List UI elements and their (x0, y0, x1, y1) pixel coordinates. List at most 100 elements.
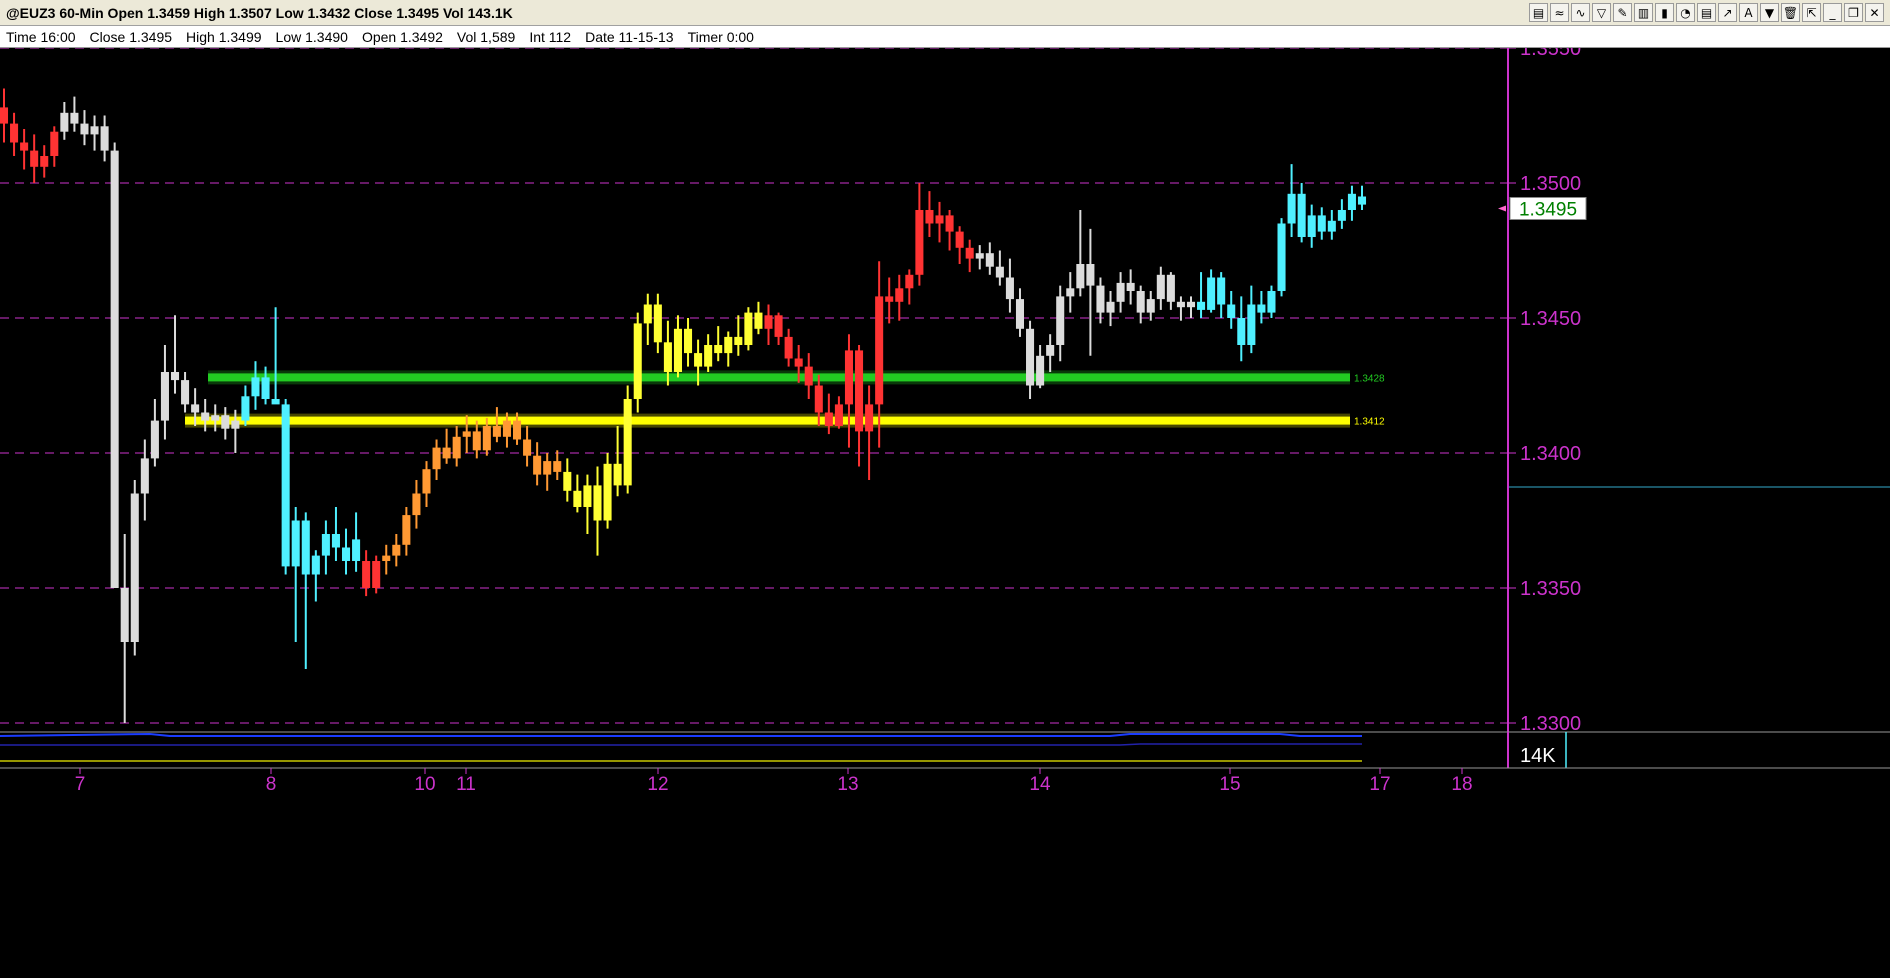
candle[interactable] (442, 428, 451, 464)
candle[interactable] (160, 345, 169, 440)
candle[interactable] (1247, 285, 1256, 354)
candle[interactable] (311, 550, 320, 602)
candle[interactable] (824, 393, 833, 435)
candle[interactable] (1357, 185, 1367, 210)
filter-icon[interactable]: ▽ (1592, 3, 1611, 22)
candle[interactable] (1005, 258, 1014, 313)
candle[interactable] (1317, 207, 1326, 240)
candle[interactable] (352, 512, 361, 572)
lines-icon[interactable]: ▤ (1697, 3, 1716, 22)
candle[interactable] (331, 507, 340, 561)
candle[interactable] (341, 528, 351, 575)
candle[interactable] (1166, 272, 1175, 310)
candle[interactable] (1227, 291, 1236, 329)
candle[interactable] (965, 239, 974, 273)
candle[interactable] (70, 96, 79, 132)
candle[interactable] (643, 293, 652, 345)
candle[interactable] (1237, 296, 1246, 362)
candle[interactable] (120, 534, 129, 723)
candle[interactable] (1186, 296, 1196, 318)
candle[interactable] (784, 328, 793, 367)
candle[interactable] (1287, 164, 1296, 237)
candle[interactable] (150, 399, 159, 467)
candle[interactable] (804, 353, 813, 399)
candle[interactable] (1197, 272, 1206, 318)
candle[interactable] (915, 183, 924, 286)
price-chart[interactable]: 1.34281.3412 1.33001.33501.34001.34501.3… (0, 48, 1890, 978)
candle[interactable] (241, 385, 250, 427)
candle[interactable] (291, 507, 300, 642)
candle[interactable] (774, 312, 783, 345)
level-line-green[interactable] (208, 373, 1350, 382)
alert-icon[interactable]: ▮ (1655, 3, 1674, 22)
candle[interactable] (1297, 183, 1306, 243)
candle[interactable] (573, 474, 582, 513)
candle[interactable] (50, 126, 59, 167)
candle[interactable] (1056, 285, 1065, 362)
candle[interactable] (905, 269, 914, 305)
candle[interactable] (170, 315, 180, 394)
candle[interactable] (593, 466, 602, 556)
bar-chart-icon[interactable]: ▥ (1634, 3, 1653, 22)
candle[interactable] (855, 345, 864, 467)
candle[interactable] (412, 480, 421, 529)
wave-icon[interactable]: ∿ (1571, 3, 1590, 22)
candle[interactable] (1036, 345, 1045, 389)
candle[interactable] (834, 396, 843, 429)
candle[interactable] (281, 399, 290, 575)
candle[interactable] (1076, 210, 1085, 297)
text-icon[interactable]: A (1739, 3, 1758, 22)
arrow-icon[interactable]: ↗ (1718, 3, 1737, 22)
candle[interactable] (422, 461, 431, 507)
candle[interactable] (1337, 199, 1346, 229)
level-line-yellow[interactable] (185, 416, 1350, 425)
candle[interactable] (362, 550, 371, 597)
candle[interactable] (563, 458, 572, 502)
candle[interactable] (844, 334, 854, 448)
candle[interactable] (673, 315, 682, 378)
candle[interactable] (623, 385, 632, 494)
candle[interactable] (392, 534, 401, 567)
candle[interactable] (603, 453, 612, 529)
candle[interactable] (271, 307, 280, 405)
indicator-icon[interactable]: ≈ (1550, 3, 1569, 22)
candle[interactable] (452, 426, 461, 467)
candle[interactable] (1126, 269, 1135, 305)
marker-icon[interactable]: ▼ (1760, 3, 1779, 22)
candle[interactable] (764, 304, 773, 346)
candle[interactable] (955, 226, 964, 264)
candle[interactable] (754, 301, 763, 335)
candle[interactable] (1106, 291, 1115, 327)
candle[interactable] (583, 474, 592, 534)
chart-type-icon[interactable]: ▤ (1529, 3, 1548, 22)
candle[interactable] (925, 191, 934, 237)
candle[interactable] (181, 372, 190, 413)
candle[interactable] (1277, 218, 1286, 297)
candle[interactable] (1207, 269, 1216, 313)
candle[interactable] (1217, 272, 1226, 318)
candle[interactable] (724, 331, 733, 367)
candle[interactable] (301, 512, 310, 669)
candle[interactable] (1116, 272, 1125, 313)
candle[interactable] (110, 142, 119, 589)
candle[interactable] (60, 102, 69, 140)
candle[interactable] (714, 326, 723, 362)
candle[interactable] (704, 334, 713, 372)
clock-icon[interactable]: ◔ (1676, 3, 1695, 22)
candle[interactable] (140, 439, 149, 521)
candle[interactable] (985, 242, 994, 275)
candle[interactable] (975, 245, 984, 270)
candle[interactable] (523, 426, 532, 467)
candle[interactable] (945, 210, 954, 251)
candle[interactable] (130, 480, 139, 656)
candle[interactable] (0, 88, 9, 143)
candle[interactable] (1307, 204, 1316, 248)
candle[interactable] (372, 555, 381, 594)
candle[interactable] (734, 315, 743, 356)
candle[interactable] (1096, 277, 1105, 324)
candle[interactable] (432, 439, 441, 481)
candle[interactable] (90, 115, 99, 151)
candle[interactable] (1026, 320, 1035, 399)
candle[interactable] (1257, 291, 1266, 324)
candle[interactable] (1046, 334, 1055, 372)
